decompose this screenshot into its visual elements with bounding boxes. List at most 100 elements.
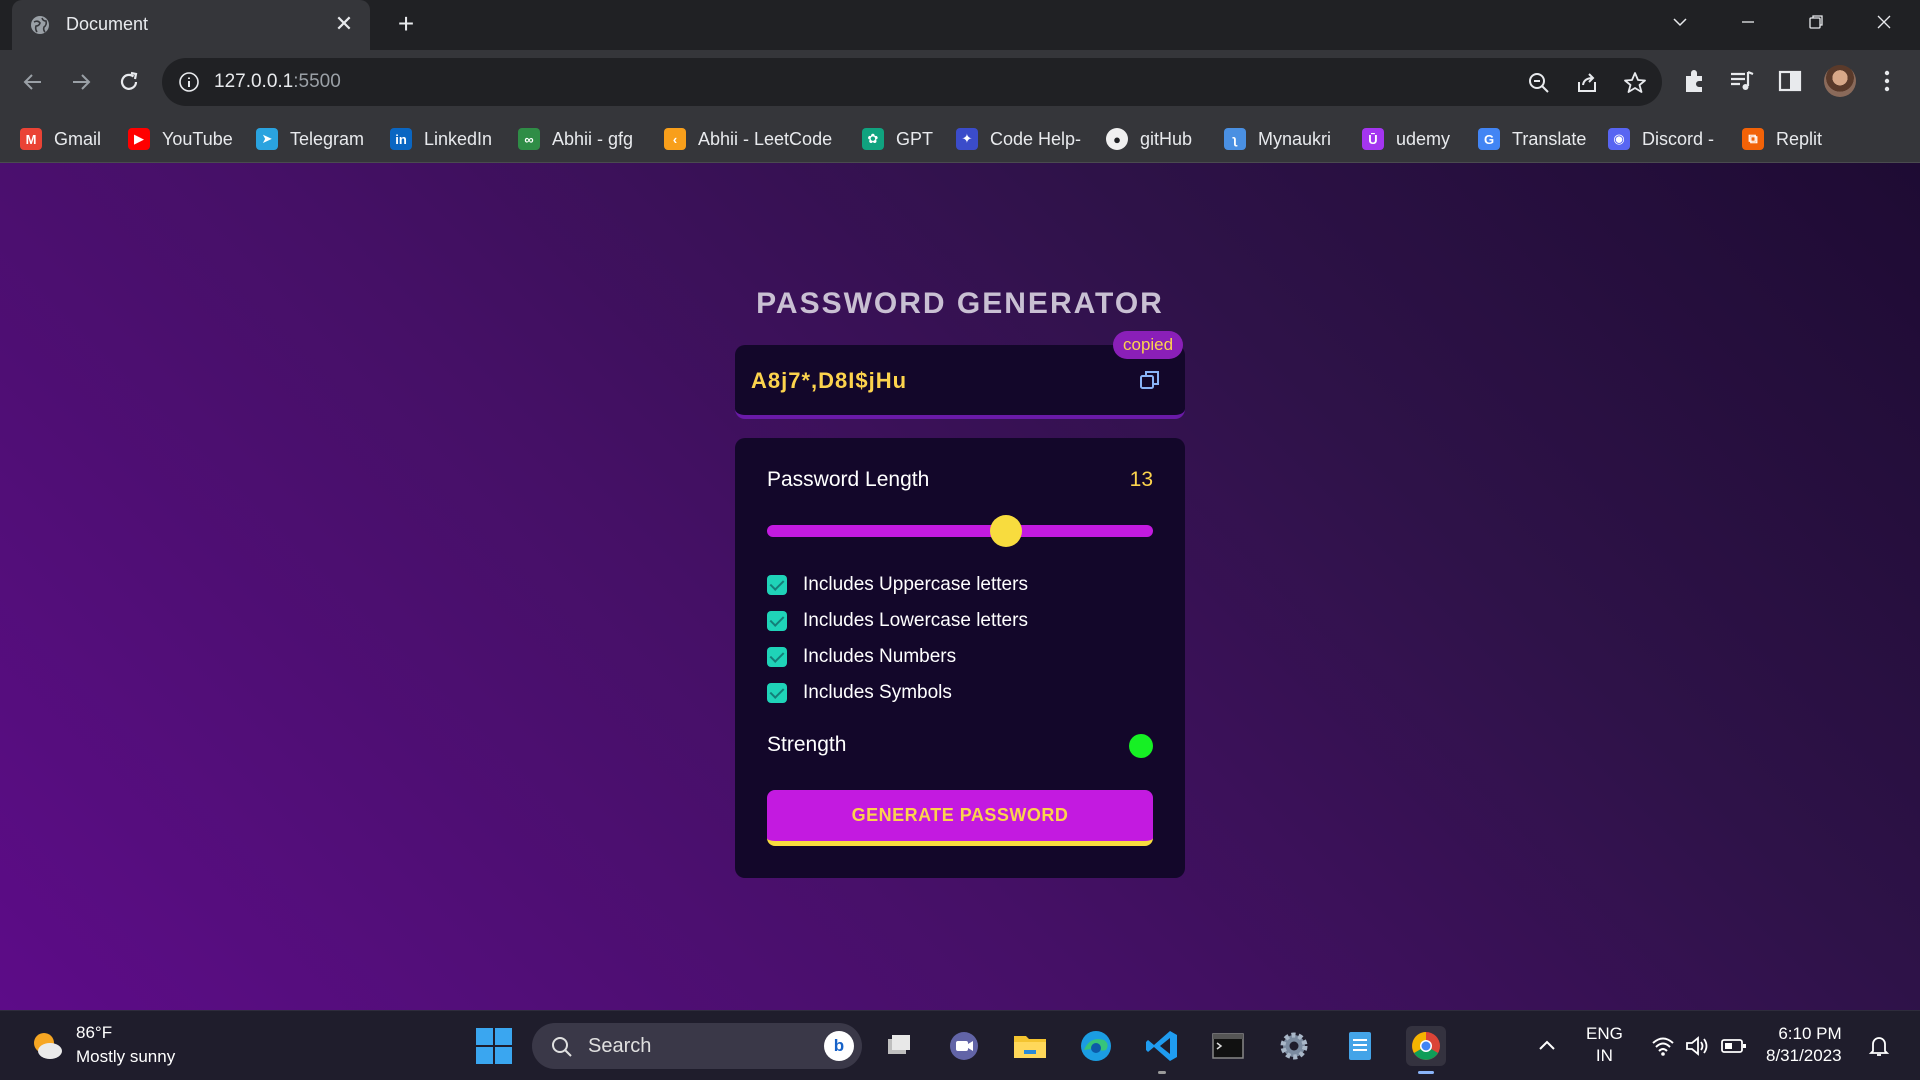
naukri-icon: ʅ (1224, 128, 1246, 150)
share-icon[interactable] (1574, 70, 1600, 96)
back-button[interactable] (16, 65, 50, 99)
chevron-up-icon[interactable] (1536, 1035, 1558, 1057)
youtube-icon: ▶ (128, 128, 150, 150)
bookmark-telegram[interactable]: ➤ Telegram (256, 123, 364, 155)
restore-button[interactable] (1794, 6, 1838, 40)
partly-sunny-icon[interactable] (30, 1029, 64, 1063)
close-window-button[interactable] (1862, 6, 1906, 40)
globe-icon (31, 16, 49, 34)
url-host: 127.0.0.1 (214, 71, 294, 92)
reload-button[interactable] (112, 65, 146, 99)
extensions-icon[interactable] (1680, 66, 1710, 96)
settings-gear-icon[interactable] (1274, 1026, 1314, 1066)
option-symbols[interactable]: Includes Symbols (767, 681, 952, 705)
kebab-menu-icon[interactable] (1872, 66, 1902, 96)
bookmark-gmail[interactable]: M Gmail (20, 123, 101, 155)
weather-description[interactable]: Mostly sunny (76, 1047, 175, 1067)
chrome-taskbar-icon[interactable] (1406, 1026, 1446, 1074)
lowercase-checkbox[interactable] (767, 611, 787, 631)
bookmark-chatgpt[interactable]: ✿ GPT (862, 123, 933, 155)
bookmark-label: Code Help- (990, 128, 1082, 149)
bookmark-label: LinkedIn (424, 128, 493, 149)
numbers-checkbox[interactable] (767, 647, 787, 667)
bookmark-udemy[interactable]: Ūudemy (1362, 123, 1450, 155)
bookmark-label: Abhii - gfg (552, 128, 634, 149)
symbols-checkbox[interactable] (767, 683, 787, 703)
tab-document[interactable]: Document ✕ (12, 0, 370, 51)
volume-icon[interactable] (1684, 1033, 1710, 1059)
forward-button[interactable] (64, 65, 98, 99)
bookmark-naukri[interactable]: ʅ Mynaukri (1224, 123, 1331, 155)
bookmark-label: Discord - (1642, 128, 1715, 149)
system-clock[interactable]: 6:10 PM 8/31/2023 (1766, 1023, 1842, 1067)
address-bar[interactable]: 127.0.0.1:5500 (162, 58, 1662, 106)
bookmark-youtube[interactable]: ▶ YouTube (128, 123, 233, 155)
replit-icon: ⧉ (1742, 128, 1764, 150)
bookmark-star-icon[interactable] (1622, 70, 1648, 96)
media-queue-icon[interactable] (1727, 66, 1757, 96)
side-panel-icon[interactable] (1775, 66, 1805, 96)
uppercase-checkbox[interactable] (767, 575, 787, 595)
battery-icon[interactable] (1720, 1035, 1748, 1057)
settings-panel: Password Length 13 Includes Uppercase le… (735, 438, 1185, 878)
close-tab-icon[interactable]: ✕ (332, 12, 356, 36)
bookmark-leetcode[interactable]: ‹ Abhii - LeetCode (664, 123, 832, 155)
new-tab-button[interactable]: + (392, 10, 420, 40)
zoom-icon[interactable] (1526, 70, 1552, 96)
taskbar-search[interactable]: Search b (532, 1023, 862, 1069)
bookmark-label: udemy (1396, 128, 1451, 149)
bookmarks-bar: M Gmail ▶ YouTube ➤ Telegram in LinkedIn ∞ Abhii … (0, 115, 1920, 163)
url-port: :5500 (293, 71, 341, 92)
wifi-icon[interactable] (1650, 1033, 1676, 1059)
generate-password-button[interactable]: GENERATE PASSWORD (767, 790, 1153, 846)
notifications-bell-icon[interactable] (1866, 1033, 1892, 1059)
page-viewport: PASSWORD GENERATOR A8j7*,D8I$jHu copied … (0, 163, 1920, 1010)
url-text: 127.0.0.1:5500 (214, 71, 341, 93)
copy-icon[interactable] (1139, 369, 1161, 391)
length-slider[interactable] (767, 515, 1153, 547)
bookmark-replit[interactable]: ⧉ Replit (1742, 123, 1822, 155)
translate-icon: G (1478, 128, 1500, 150)
bookmark-gfg[interactable]: ∞ Abhii - gfg (518, 123, 633, 155)
bookmark-translate[interactable]: G Translate (1478, 123, 1586, 155)
weather-temperature[interactable]: 86°F (76, 1023, 112, 1043)
teams-chat-icon[interactable] (944, 1026, 984, 1066)
strength-label: Strength (767, 733, 847, 756)
option-label: Includes Symbols (803, 682, 952, 703)
tab-search-icon[interactable] (1658, 6, 1702, 40)
page-title: PASSWORD GENERATOR (756, 287, 1164, 320)
task-view-icon[interactable] (878, 1026, 918, 1066)
password-output[interactable]: A8j7*,D8I$jHu (751, 368, 907, 394)
vscode-icon[interactable] (1142, 1026, 1182, 1074)
profile-avatar[interactable] (1824, 65, 1856, 97)
tab-title: Document (66, 14, 149, 34)
start-button[interactable] (476, 1028, 512, 1064)
bookmark-label: Gmail (54, 128, 102, 149)
clock-date: 8/31/2023 (1766, 1046, 1842, 1065)
linkedin-icon: in (390, 128, 412, 150)
minimize-button[interactable] (1726, 6, 1770, 40)
copied-badge: copied (1113, 331, 1184, 359)
language-indicator[interactable]: ENG IN (1586, 1023, 1623, 1067)
slider-thumb[interactable] (990, 515, 1023, 547)
file-explorer-icon[interactable] (1010, 1026, 1050, 1066)
option-numbers[interactable]: Includes Numbers (767, 645, 956, 669)
bookmark-codehelp[interactable]: ✦ Code Help- (956, 123, 1081, 155)
search-placeholder: Search (588, 1035, 652, 1057)
tab-strip: Document ✕ + (0, 0, 1920, 51)
option-uppercase[interactable]: Includes Uppercase letters (767, 573, 1028, 597)
lang-code: ENG (1586, 1024, 1623, 1043)
edge-icon[interactable] (1076, 1026, 1116, 1066)
windows-taskbar: 86°F Mostly sunny Search b ENG IN 6:10 P… (0, 1010, 1920, 1080)
bookmark-github[interactable]: ● gitHub (1106, 123, 1192, 155)
notepad-icon[interactable] (1340, 1026, 1380, 1066)
info-icon[interactable] (178, 71, 200, 93)
option-lowercase[interactable]: Includes Lowercase letters (767, 609, 1028, 633)
arrow-left-icon (23, 74, 41, 90)
bookmark-label: gitHub (1140, 128, 1193, 149)
bookmark-linkedin[interactable]: in LinkedIn (390, 123, 492, 155)
terminal-icon[interactable] (1208, 1026, 1248, 1066)
bing-icon[interactable]: b (824, 1031, 854, 1061)
bookmark-discord[interactable]: ◉ Discord - (1608, 123, 1714, 155)
codehelp-icon: ✦ (956, 128, 978, 150)
